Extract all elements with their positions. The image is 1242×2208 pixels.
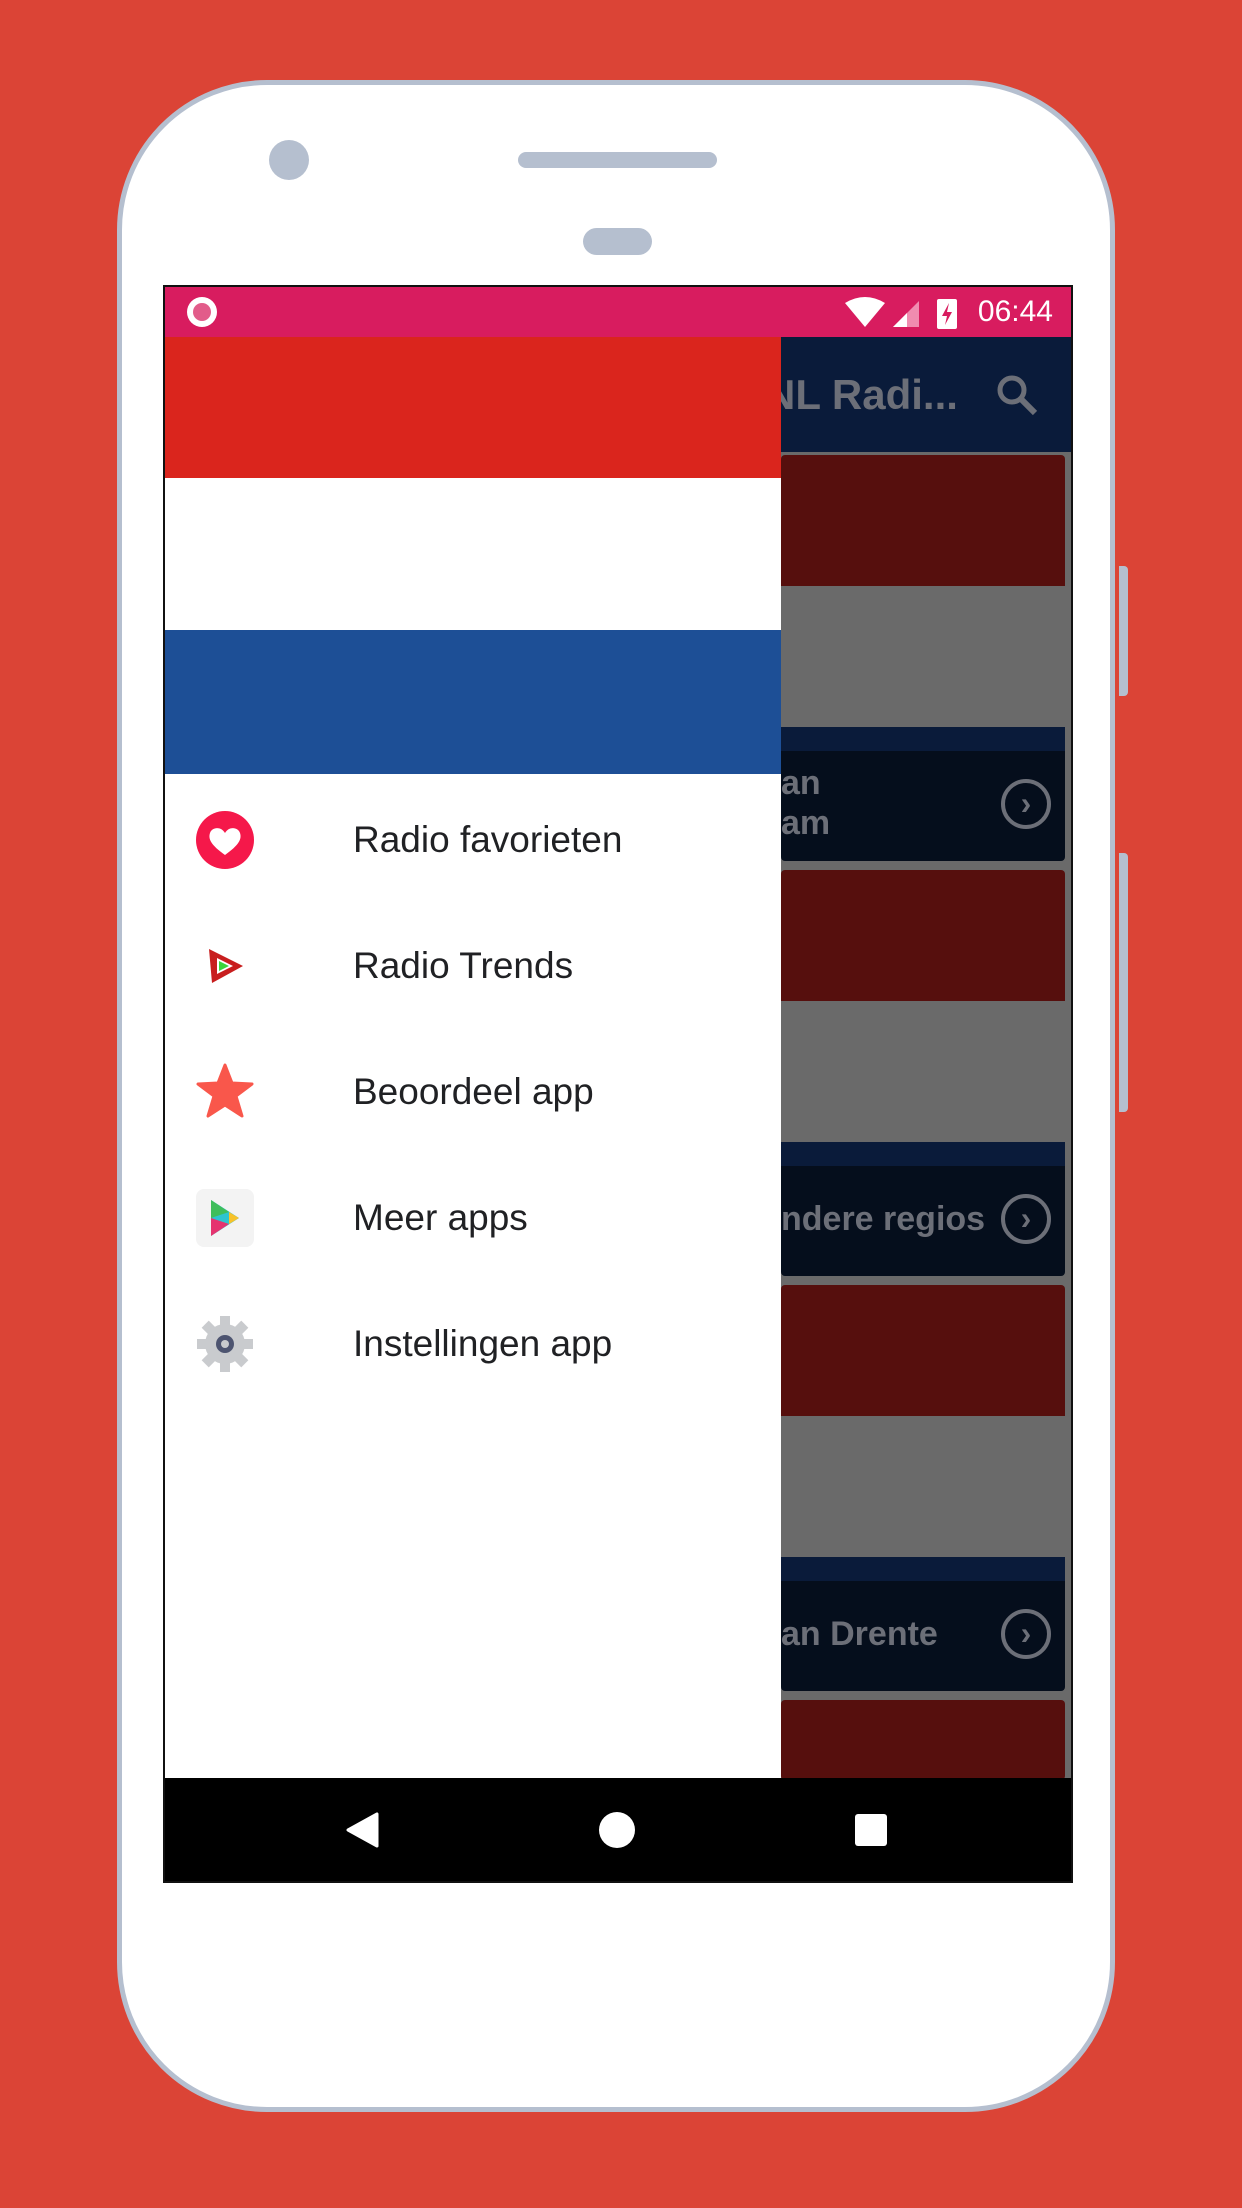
screen: 06:44 NL Radi... an am › ndere regios › an … (163, 285, 1073, 1883)
flag-stripe-blue (165, 630, 781, 774)
region-card[interactable] (781, 1700, 1065, 1780)
power-button (1119, 853, 1128, 1112)
chevron-right-icon[interactable]: › (1001, 1609, 1051, 1659)
chevron-right-icon[interactable]: › (1001, 1194, 1051, 1244)
status-time: 06:44 (977, 295, 1053, 328)
navigation-drawer: Radio favorieten Radio Trends Beoordeel … (165, 337, 781, 1778)
wifi-icon (845, 297, 885, 327)
region-card[interactable]: ndere regios › (781, 870, 1065, 1276)
drawer-item-label: Beoordeel app (353, 1071, 594, 1112)
status-bar: 06:44 (165, 287, 1071, 337)
recents-icon[interactable] (855, 1814, 887, 1846)
drawer-item-label: Instellingen app (353, 1323, 613, 1364)
drawer-item-rate-app[interactable]: Beoordeel app (165, 1029, 781, 1155)
chevron-right-icon[interactable]: › (1001, 779, 1051, 829)
drawer-item-favorites[interactable]: Radio favorieten (165, 777, 781, 903)
record-icon (187, 297, 217, 327)
phone-camera (269, 140, 309, 180)
drawer-item-label: Radio Trends (353, 945, 574, 986)
home-icon[interactable] (599, 1812, 635, 1848)
region-card-label: ndere regios (781, 1200, 986, 1238)
navigation-bar (165, 1778, 1071, 1881)
phone-speaker (518, 152, 717, 168)
search-icon[interactable] (995, 373, 1039, 417)
drawer-item-settings[interactable]: Instellingen app (165, 1281, 781, 1407)
gear-icon (197, 1316, 253, 1372)
volume-button (1119, 566, 1128, 696)
heart-icon (196, 811, 254, 869)
drawer-item-more-apps[interactable]: Meer apps (165, 1155, 781, 1281)
app-title: NL Radi... (765, 371, 958, 418)
trends-play-icon (209, 949, 243, 983)
back-icon[interactable] (345, 1812, 379, 1848)
star-icon (196, 1063, 254, 1118)
status-icons (845, 297, 957, 329)
flag-stripe-white (165, 478, 781, 630)
drawer-item-trends[interactable]: Radio Trends (165, 903, 781, 1029)
flag-stripe-red (165, 337, 781, 478)
drawer-item-label: Radio favorieten (353, 819, 623, 860)
play-store-icon (196, 1189, 254, 1247)
phone-sensor (583, 228, 652, 255)
region-card[interactable]: an am › (781, 455, 1065, 861)
region-card-label: an Drente (781, 1615, 938, 1653)
region-card[interactable]: an Drente › (781, 1285, 1065, 1691)
region-card-label: an am (781, 764, 831, 842)
drawer-item-label: Meer apps (353, 1197, 528, 1238)
